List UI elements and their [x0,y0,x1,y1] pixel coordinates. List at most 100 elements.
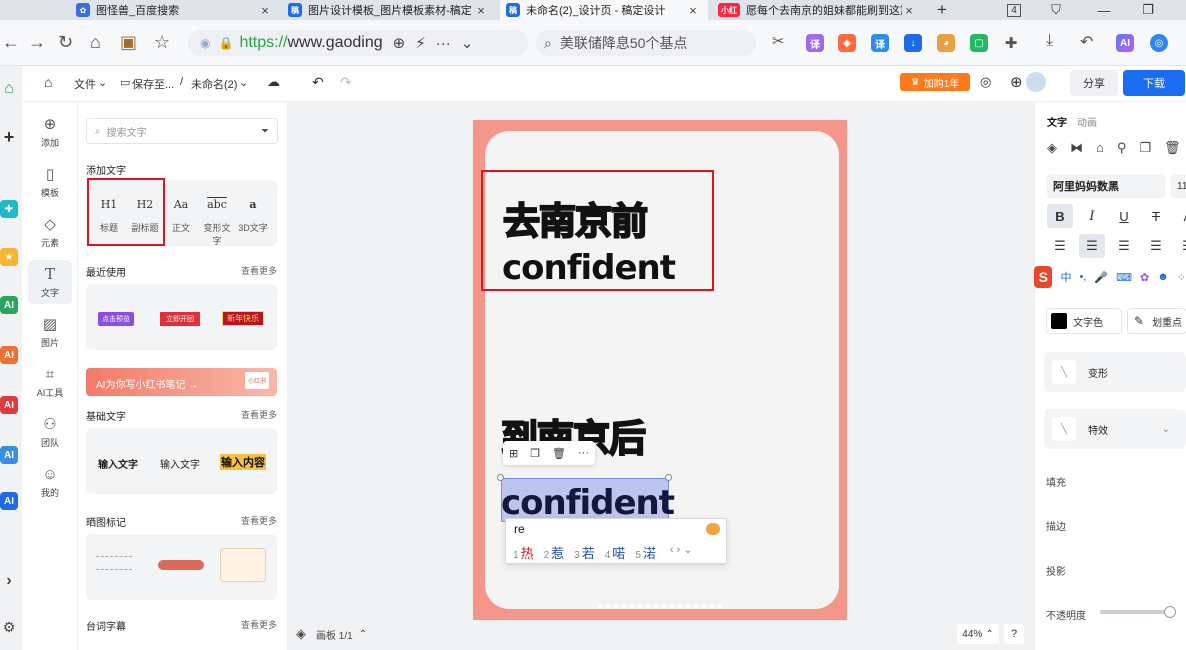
mark-thumb[interactable] [220,548,266,582]
scissors-icon[interactable]: ✂ [772,32,785,50]
save-to-button[interactable]: 保存至... [132,76,174,92]
rail-template[interactable]: ▯ 模板 [28,160,72,204]
slider-knob[interactable] [1164,606,1176,618]
rail-add[interactable]: ⊕ 添加 [28,110,72,154]
recent-item[interactable]: 立即开团 [160,312,200,326]
browser-logo-icon[interactable]: ◎ [1150,34,1168,52]
recent-item[interactable]: 新年快乐 [222,311,264,326]
subtitle-after[interactable]: confident [501,483,675,523]
bold-button[interactable]: B [1047,204,1073,228]
justify-icon[interactable]: ☰ [1143,234,1169,258]
expand-icon[interactable]: › [0,572,18,590]
italic-button[interactable]: I [1079,204,1105,228]
tab-text[interactable]: 文字 [1047,114,1067,129]
briefcase-icon[interactable]: ▣ [120,32,137,53]
align-right-icon[interactable]: ☰ [1111,234,1137,258]
tab-animation[interactable]: 动画 [1077,114,1097,129]
ai-app-green-icon[interactable]: AI [0,296,18,314]
ime-candidate[interactable]: 2惹 [544,543,565,562]
see-more-link[interactable]: 查看更多 [241,408,277,421]
rail-mine[interactable]: ☺ 我的 [28,460,72,504]
body-option[interactable]: Aa 正文 [164,198,198,234]
flip-icon[interactable]: ⧓ [1070,140,1083,156]
skin-icon[interactable]: ✿ [1140,271,1149,284]
layers-icon[interactable]: ◈ [296,626,306,642]
recent-item[interactable]: 点击预览 [98,312,134,326]
dog-ext-icon[interactable]: ◕ [937,34,955,52]
strikethrough-button[interactable]: T [1143,204,1169,228]
ime-candidate[interactable]: 1热 [513,543,534,562]
artboard-switcher[interactable]: ◈ 画板 1/1 ⌃ [296,624,386,644]
chat-icon[interactable]: ☻ [1157,271,1169,283]
trash-icon[interactable]: 🗑 [1164,140,1181,156]
shadow-section[interactable]: 投影 [1046,563,1066,578]
resize-handle[interactable] [497,474,504,481]
mark-thumb[interactable] [158,560,204,570]
duplicate-icon[interactable]: ❐ [530,447,540,460]
rail-ai-tools[interactable]: ⌗ AI工具 [28,360,72,404]
target-icon[interactable]: ◎ [980,74,991,90]
url-bar[interactable]: ◉ 🔒 https://www.gaoding ⊕ ⚡ ··· ⌄ [188,30,528,56]
undo-icon[interactable]: ↶ [1080,32,1093,52]
font-family-select[interactable]: 阿里妈妈数黑 [1047,174,1165,198]
highlight-button[interactable]: ✎ 划重点 [1127,308,1186,334]
delete-icon[interactable]: 🗑 [552,447,566,460]
chevron-down-icon[interactable]: ⌄ [461,34,474,52]
file-menu[interactable]: 文件 [74,76,96,92]
ime-candidate[interactable]: 3若 [574,543,595,562]
grid-icon[interactable]: ⁘ [1177,271,1186,284]
settings-icon[interactable]: ⚙ [0,618,18,636]
more-icon[interactable]: ··· [436,35,451,52]
game-ext-icon[interactable]: ◆ [838,34,856,52]
minimize-button[interactable]: — [1094,0,1114,20]
align-center-icon[interactable]: ☰ [1079,234,1105,258]
zoom-control[interactable]: 44% ⌃ [957,624,999,644]
home-icon[interactable]: ⌂ [44,74,52,90]
vip-purchase-button[interactable]: ♛ 加购1年 [900,73,970,91]
new-tab-button[interactable]: + [930,0,954,20]
format-painter-icon[interactable]: ⚲ [1117,140,1127,156]
fill-section[interactable]: 填充 [1046,474,1066,489]
ai-app-orange-icon[interactable]: AI [0,346,18,364]
close-icon[interactable]: × [258,3,272,18]
effects-card[interactable]: ╲ 特效 ⌄ [1044,409,1186,449]
see-more-link[interactable]: 查看更多 [241,514,277,527]
downloads-icon[interactable]: ⤓ [1046,32,1053,50]
zoom-icon[interactable]: ⊕ [393,34,406,52]
home-icon[interactable]: ⌂ [90,32,101,53]
translate-ext-icon[interactable]: 译 [806,34,824,52]
basic-item[interactable]: 输入文字 [98,456,138,471]
tab-gaoding-templates[interactable]: 稿 图片设计模板_图片模板素材-稿定 × [282,0,496,20]
underline-button[interactable]: U [1111,204,1137,228]
font-size-input[interactable]: 118 [1171,174,1186,198]
see-more-link[interactable]: 查看更多 [241,618,277,631]
cloud-sync-icon[interactable]: ☁ [267,74,280,90]
doc-name[interactable]: 未命名(2) [191,76,237,92]
star-app-icon[interactable]: ★ [0,248,18,266]
ime-candidate[interactable]: 5渃 [635,543,656,562]
search-text-input[interactable]: ⌕ 搜索文字 ⏷ [86,118,278,144]
mic-icon[interactable]: 🎤 [1094,271,1108,284]
rail-image[interactable]: ▨ 图片 [28,310,72,354]
align-left-icon[interactable]: ☰ [1047,234,1073,258]
lightning-icon[interactable]: ⚡ [415,34,426,52]
mark-thumb[interactable] [96,556,132,570]
search-box[interactable]: ⌕ 美联储降息50个基点 [536,30,756,56]
rail-text[interactable]: T 文字 [28,260,72,304]
keyboard-icon[interactable]: ⌨ [1116,271,1132,284]
redo-icon[interactable]: ↷ [340,74,352,91]
forward-icon[interactable]: → [28,32,46,53]
basic-item[interactable]: 输入内容 [220,454,266,470]
translate2-ext-icon[interactable]: 译 [871,34,889,52]
restore-button[interactable]: ❐ [1138,0,1158,20]
resize-handle[interactable] [665,474,672,481]
3d-text-option[interactable]: a 3D文字 [236,198,270,234]
help-button[interactable]: ? [1004,624,1024,644]
ai-rewrite-icon[interactable]: ⊞ [509,447,518,460]
rail-team[interactable]: ⚇ 团队 [28,410,72,454]
layers-icon[interactable]: ◈ [1047,140,1057,156]
ai-app-blue-icon[interactable]: AI [0,492,18,510]
avatar[interactable] [1026,72,1046,92]
close-icon[interactable]: × [474,3,488,18]
shirt-icon[interactable]: ⛉ [1046,0,1066,20]
